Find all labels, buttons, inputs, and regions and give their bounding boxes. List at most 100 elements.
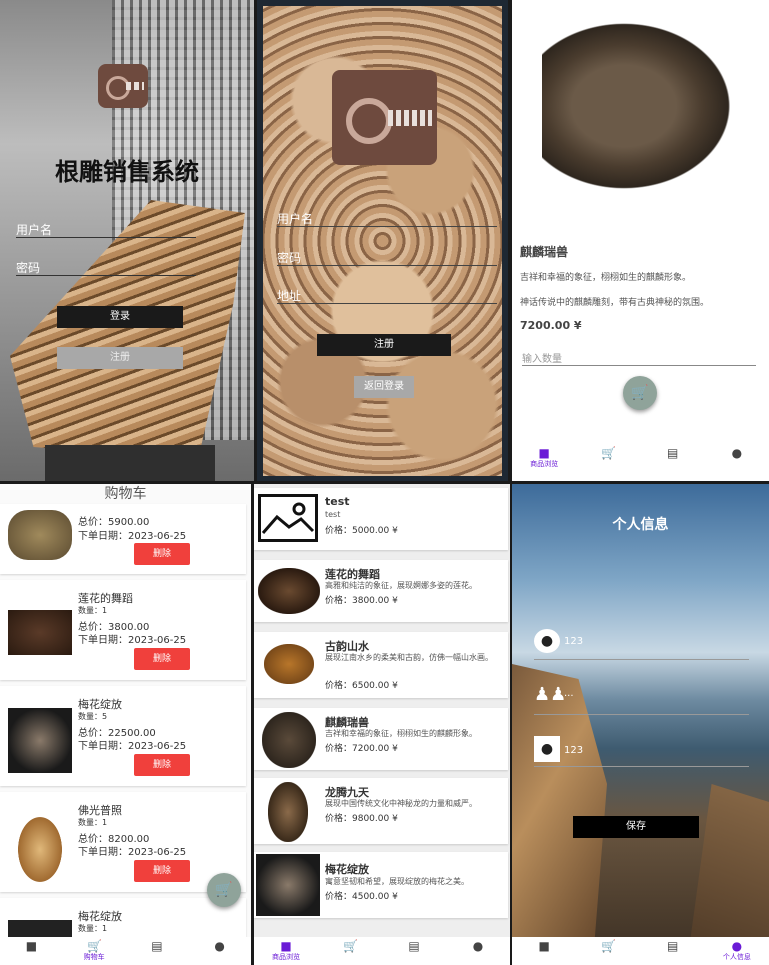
login-button[interactable]: 登录 <box>57 306 183 328</box>
sculpture-base <box>45 445 215 481</box>
password-field[interactable]: 密码 <box>16 259 196 276</box>
password-row[interactable]: ♟♟ ··· <box>534 684 749 715</box>
address-field[interactable]: 地址 <box>277 287 497 304</box>
shopping-bag-icon: ■ <box>280 939 292 953</box>
username-row[interactable]: ● 123 <box>534 629 749 660</box>
receipt-icon: ▤ <box>666 446 679 460</box>
nav-orders[interactable]: ▤ <box>126 937 189 965</box>
item-price: 价格：5000.00 ¥ <box>325 526 398 536</box>
nav-cart-label: 购物车 <box>83 953 105 961</box>
nav-profile-label: 个人信息 <box>722 953 751 961</box>
list-item[interactable]: 古韵山水 展现江南水乡的柔美和古韵，仿佛一幅山水画。 价格：6500.00 ¥ <box>254 632 508 698</box>
nav-browse-label: 商品浏览 <box>530 460 559 468</box>
receipt-icon: ▤ <box>408 939 420 953</box>
user-icon: ● <box>731 939 743 953</box>
item-name: 梅花绽放 <box>78 910 122 923</box>
nav-cart[interactable]: 🛒 <box>576 937 640 965</box>
nav-profile[interactable]: ● <box>705 444 769 472</box>
nav-profile[interactable]: ● <box>188 937 251 965</box>
nav-orders[interactable]: ▤ <box>382 937 446 965</box>
product-name: 麒麟瑞兽 <box>520 245 569 259</box>
item-image <box>262 712 316 768</box>
product-desc-1: 吉祥和幸福的象征，栩栩如生的麒麟形象。 <box>520 273 692 283</box>
nav-browse-label: 商品浏览 <box>272 953 300 961</box>
cart-item: 总价：5900.00 下单日期：2023-06-25 删除 <box>0 504 246 574</box>
item-qty: 数量：1 <box>78 818 108 827</box>
item-desc: 展现江南水乡的柔美和古韵，仿佛一幅山水画。 <box>325 653 493 662</box>
password-label: 密码 <box>277 251 302 265</box>
placeholder-image-icon <box>258 494 318 542</box>
register-button[interactable]: 注册 <box>57 347 183 369</box>
nav-browse[interactable]: ■ <box>512 937 576 965</box>
item-date: 下单日期：2023-06-25 <box>78 847 187 858</box>
username-label: 用户名 <box>277 212 314 226</box>
item-desc: 展现中国传统文化中神秘龙的力量和威严。 <box>325 799 477 808</box>
address-label: 地址 <box>277 289 302 303</box>
item-date: 下单日期：2023-06-25 <box>78 531 187 542</box>
app-title: 根雕销售系统 <box>55 158 199 186</box>
bottom-nav: ■ 🛒 ▤ ● 个人信息 <box>512 937 769 965</box>
delete-button[interactable]: 删除 <box>134 648 190 670</box>
add-to-cart-button[interactable]: 🛒 <box>623 376 657 410</box>
product-image <box>542 10 747 202</box>
username-field[interactable]: 用户名 <box>16 221 196 238</box>
product-detail-screen: 麒麟瑞兽 吉祥和幸福的象征，栩栩如生的麒麟形象。 神话传说中的麒麟雕刻，带有古典… <box>512 0 769 481</box>
item-name: test <box>325 495 350 508</box>
delete-button[interactable]: 删除 <box>134 860 190 882</box>
cart-title: 购物车 <box>104 486 147 502</box>
address-row[interactable]: ● 123 <box>534 736 749 767</box>
receipt-icon: ▤ <box>666 939 679 953</box>
nav-orders[interactable]: ▤ <box>641 444 705 472</box>
item-price: 价格：9800.00 ¥ <box>325 814 398 824</box>
item-image <box>18 817 62 882</box>
list-item[interactable]: 龙腾九天 展现中国传统文化中神秘龙的力量和威严。 价格：9800.00 ¥ <box>254 778 508 844</box>
nav-orders[interactable]: ▤ <box>641 937 705 965</box>
delete-button[interactable]: 删除 <box>134 754 190 776</box>
product-list-screen: test test 价格：5000.00 ¥ 莲花的舞蹈 高雅和纯洁的象征，展现… <box>254 484 510 965</box>
nav-profile[interactable]: ● <box>446 937 510 965</box>
item-image <box>264 644 314 684</box>
list-item[interactable]: 麒麟瑞兽 吉祥和幸福的象征，栩栩如生的麒麟形象。 价格：7200.00 ¥ <box>254 708 508 770</box>
list-item[interactable]: 梅花绽放 寓意坚韧和希望，展现绽放的梅花之美。 价格：4500.00 ¥ <box>254 852 508 918</box>
nav-cart[interactable]: 🛒 <box>576 444 640 472</box>
save-button[interactable]: 保存 <box>573 816 699 838</box>
nav-browse[interactable]: ■ <box>0 937 63 965</box>
nav-browse[interactable]: ■ 商品浏览 <box>512 444 576 472</box>
address-value: 123 <box>564 745 584 756</box>
item-desc: 吉祥和幸福的象征，栩栩如生的麒麟形象。 <box>325 729 477 738</box>
quantity-input[interactable]: 输入数量 <box>522 350 756 366</box>
cart-item: 佛光普照 数量：1 总价：8200.00 下单日期：2023-06-25 删除 <box>0 792 246 892</box>
item-image <box>268 782 308 842</box>
item-image <box>256 854 320 916</box>
cart-fab-button[interactable]: 🛒 <box>207 873 241 907</box>
item-image <box>8 510 72 560</box>
username-field[interactable]: 用户名 <box>277 210 497 227</box>
list-item[interactable]: test test 价格：5000.00 ¥ <box>254 488 508 550</box>
list-item[interactable]: 莲花的舞蹈 高雅和纯洁的象征，展现婀娜多姿的莲花。 价格：3800.00 ¥ <box>254 560 508 622</box>
item-image <box>8 708 72 773</box>
cart-icon: 🛒 <box>601 939 617 953</box>
nav-profile[interactable]: ● 个人信息 <box>705 937 769 965</box>
shopping-bag-icon: ■ <box>538 446 550 460</box>
product-desc-2: 神话传说中的麒麟雕刻，带有古典神秘的氛围。 <box>520 298 710 308</box>
item-date: 下单日期：2023-06-25 <box>78 635 187 646</box>
item-image <box>258 568 320 614</box>
item-desc: test <box>325 510 341 519</box>
register-submit-button[interactable]: 注册 <box>317 334 451 356</box>
cart-item: 梅花绽放 数量：1 <box>0 898 246 938</box>
shopping-bag-icon: ■ <box>25 939 38 953</box>
profile-screen: 个人信息 ● 123 ♟♟ ··· ● 123 保存 ■ 🛒 ▤ ● 个人信息 <box>512 484 769 965</box>
cart-icon: 🛒 <box>87 939 103 953</box>
item-image <box>8 920 72 938</box>
password-field[interactable]: 密码 <box>277 249 497 266</box>
item-date: 下单日期：2023-06-25 <box>78 741 187 752</box>
nav-cart[interactable]: 🛒 <box>318 937 382 965</box>
item-qty: 数量：5 <box>78 712 108 721</box>
back-to-login-button[interactable]: 返回登录 <box>354 376 414 398</box>
delete-button[interactable]: 删除 <box>134 543 190 565</box>
nav-browse[interactable]: ■ 商品浏览 <box>254 937 318 965</box>
nav-cart[interactable]: 🛒 购物车 <box>63 937 126 965</box>
register-screen: 用户名 密码 地址 注册 返回登录 <box>257 0 508 481</box>
item-price: 价格：7200.00 ¥ <box>325 744 398 754</box>
cart-screen: 购物车 总价：5900.00 下单日期：2023-06-25 删除 莲花的舞蹈 … <box>0 484 251 965</box>
